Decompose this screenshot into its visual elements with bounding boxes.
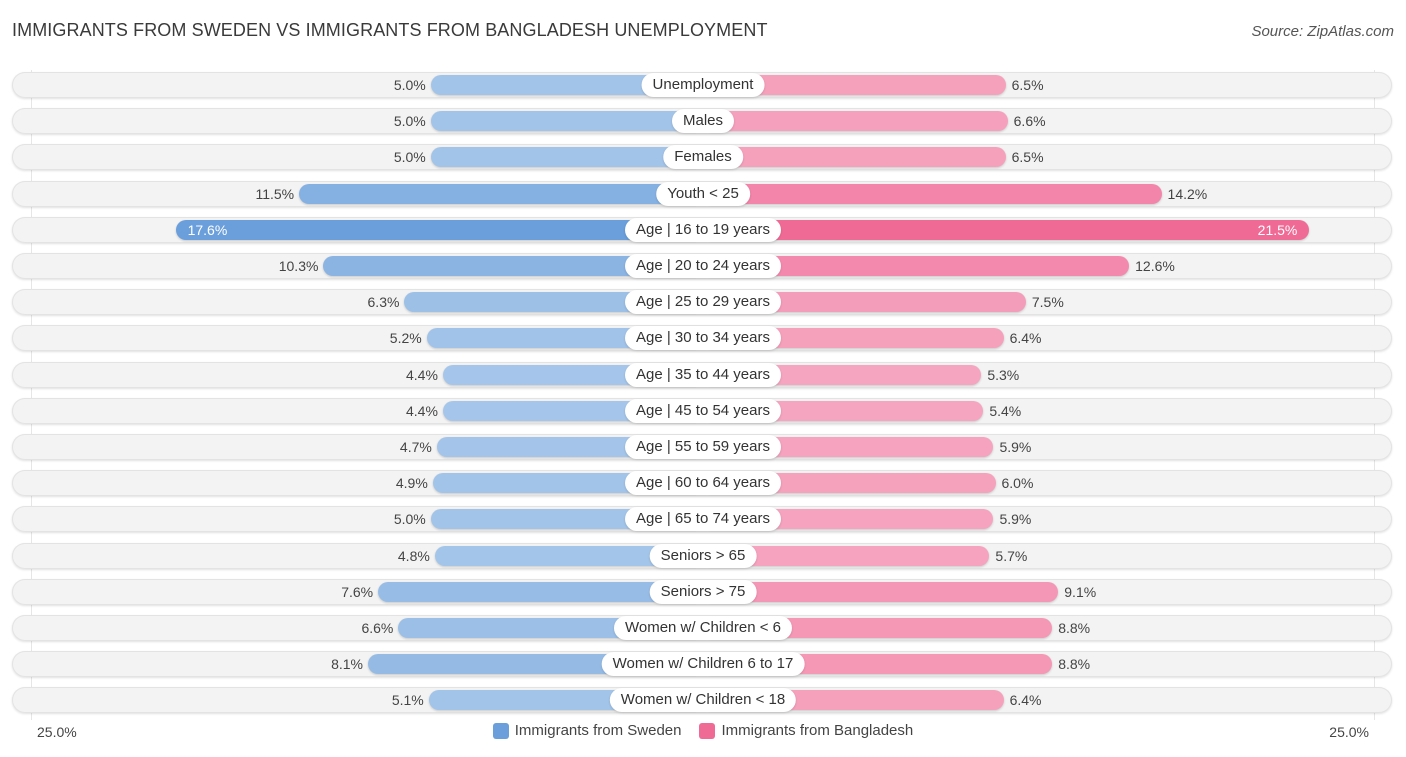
bar-bangladesh[interactable] <box>703 111 1008 132</box>
value-label-bangladesh: 6.4% <box>1009 330 1042 347</box>
value-label-sweden: 8.1% <box>331 656 363 673</box>
value-label-sweden: 17.6% <box>187 221 228 238</box>
value-label-sweden: 4.9% <box>395 475 428 492</box>
value-label-sweden: 11.5% <box>255 185 295 202</box>
bar-sweden[interactable] <box>175 219 703 240</box>
value-label-sweden: 4.8% <box>397 547 430 564</box>
category-label: Youth < 25 <box>656 181 750 206</box>
legend-label-sweden: Immigrants from Sweden <box>514 722 682 739</box>
value-label-bangladesh: 5.4% <box>989 402 1022 419</box>
category-label: Males <box>671 109 735 134</box>
category-label: Females <box>663 145 743 170</box>
bar-sweden[interactable] <box>299 183 703 204</box>
value-label-bangladesh: 6.6% <box>1013 113 1046 130</box>
value-label-bangladesh: 6.5% <box>1011 77 1044 93</box>
value-label-bangladesh: 5.9% <box>999 439 1032 455</box>
legend-item-bangladesh[interactable]: Immigrants from Bangladesh <box>699 722 913 739</box>
value-label-sweden: 4.4% <box>405 366 438 383</box>
bar-sweden[interactable] <box>430 147 703 168</box>
legend: Immigrants from Sweden Immigrants from B… <box>0 722 1406 739</box>
value-label-sweden: 5.0% <box>393 149 426 166</box>
category-label: Women w/ Children 6 to 17 <box>601 652 805 677</box>
category-label: Age | 16 to 19 years <box>625 217 781 242</box>
category-label: Age | 35 to 44 years <box>625 362 781 387</box>
value-label-bangladesh: 5.9% <box>999 511 1032 528</box>
value-label-sweden: 5.0% <box>393 113 426 130</box>
value-label-sweden: 5.0% <box>393 511 426 528</box>
value-label-bangladesh: 6.0% <box>1001 475 1034 492</box>
value-label-bangladesh: 8.8% <box>1058 656 1091 673</box>
category-label: Women w/ Children < 6 <box>613 616 793 640</box>
value-label-bangladesh: 9.1% <box>1064 583 1097 600</box>
category-label: Women w/ Children < 18 <box>609 688 797 713</box>
category-label: Age | 65 to 74 years <box>625 507 781 532</box>
value-label-sweden: 6.6% <box>361 620 394 636</box>
value-label-bangladesh: 5.7% <box>995 547 1028 564</box>
value-label-sweden: 7.6% <box>341 583 374 600</box>
value-label-sweden: 5.2% <box>389 330 422 347</box>
category-label: Age | 45 to 54 years <box>625 398 781 423</box>
category-label: Seniors > 75 <box>649 579 757 604</box>
value-label-sweden: 4.4% <box>405 402 438 419</box>
bar-sweden[interactable] <box>430 111 703 132</box>
bar-bangladesh[interactable] <box>703 147 1006 168</box>
value-label-bangladesh: 12.6% <box>1135 258 1175 274</box>
category-label: Age | 55 to 59 years <box>625 435 781 459</box>
legend-swatch-sweden <box>492 722 509 739</box>
category-label: Seniors > 65 <box>649 543 757 568</box>
value-label-bangladesh: 7.5% <box>1031 294 1064 311</box>
value-label-sweden: 5.0% <box>393 77 426 93</box>
value-label-sweden: 10.3% <box>278 258 319 274</box>
value-label-sweden: 6.3% <box>367 294 400 311</box>
category-label: Age | 60 to 64 years <box>625 471 781 496</box>
value-label-bangladesh: 21.5% <box>1257 221 1298 238</box>
bar-bangladesh[interactable] <box>703 219 1310 240</box>
value-label-bangladesh: 5.3% <box>987 366 1020 383</box>
value-label-sweden: 5.1% <box>391 692 424 709</box>
value-label-bangladesh: 8.8% <box>1058 620 1091 636</box>
value-label-bangladesh: 6.4% <box>1009 692 1042 709</box>
category-label: Unemployment <box>641 73 765 97</box>
chart-rows: 5.0% 6.5% Unemployment 5.0% 6.6% Males 5.0% 6.5… <box>0 0 1406 757</box>
value-label-bangladesh: 14.2% <box>1167 185 1208 202</box>
value-label-sweden: 4.7% <box>399 439 432 455</box>
legend-item-sweden[interactable]: Immigrants from Sweden <box>492 722 682 739</box>
category-label: Age | 20 to 24 years <box>625 254 781 278</box>
category-label: Age | 25 to 29 years <box>625 290 781 315</box>
legend-label-bangladesh: Immigrants from Bangladesh <box>721 722 914 739</box>
value-label-bangladesh: 6.5% <box>1011 149 1044 166</box>
legend-swatch-bangladesh <box>699 722 716 739</box>
category-label: Age | 30 to 34 years <box>625 326 781 351</box>
bar-bangladesh[interactable] <box>703 183 1162 204</box>
